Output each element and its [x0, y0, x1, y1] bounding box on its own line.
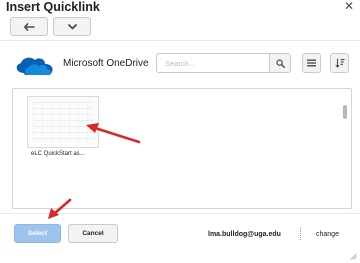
view-toggle-button[interactable] — [302, 53, 321, 73]
sort-icon — [334, 58, 345, 68]
cancel-button[interactable]: Cancel — [68, 224, 118, 243]
resize-grip-icon[interactable] — [350, 253, 357, 260]
header-divider — [0, 40, 360, 41]
account-divider — [300, 227, 301, 240]
account-email: lma.bulldog@uga.edu — [208, 231, 281, 238]
list-view-icon — [307, 59, 316, 67]
select-button[interactable]: Select — [14, 224, 61, 243]
chevron-down-icon — [67, 23, 77, 29]
scrollbar-thumb[interactable] — [343, 105, 347, 119]
search-input[interactable] — [157, 54, 269, 72]
search-button[interactable] — [269, 54, 290, 72]
file-name: eLC QuickStart as... — [31, 151, 85, 157]
change-account-link[interactable]: change — [316, 231, 339, 238]
file-browser: eLC QuickStart as... — [12, 88, 352, 209]
search-icon — [275, 58, 285, 68]
file-thumbnail — [33, 102, 93, 142]
close-button[interactable]: ✕ — [344, 0, 354, 13]
file-tile[interactable] — [27, 96, 99, 148]
footer-divider — [0, 213, 360, 214]
onedrive-cloud-icon — [16, 57, 53, 75]
sort-button[interactable] — [330, 53, 349, 73]
search-box — [156, 53, 291, 73]
back-button[interactable] — [10, 17, 48, 36]
insert-quicklink-dialog: Insert Quicklink ✕ Microsoft OneDrive Se… — [0, 0, 360, 263]
provider-name: Microsoft OneDrive — [63, 58, 149, 69]
dialog-title: Insert Quicklink — [6, 0, 100, 14]
arrow-left-icon — [23, 22, 34, 31]
menu-dropdown-button[interactable] — [53, 17, 91, 36]
